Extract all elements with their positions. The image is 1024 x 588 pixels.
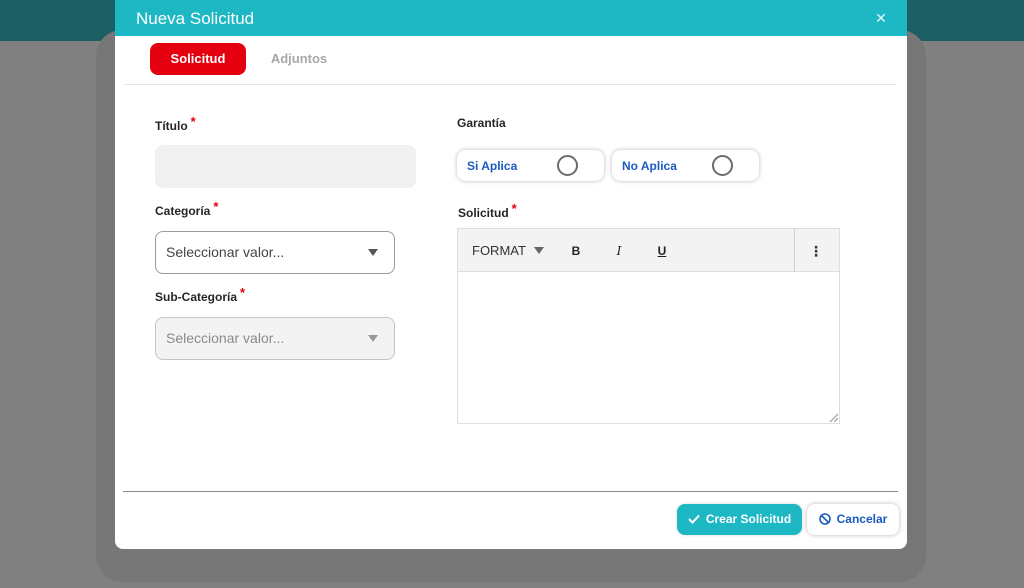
caret-down-icon [368,249,378,256]
toolbar-separator [794,229,795,272]
si-aplica-label: Si Aplica [467,159,518,173]
titulo-input[interactable] [155,145,416,188]
categoria-label-text: Categoría [155,204,211,218]
cancelar-label: Cancelar [836,512,888,526]
subcategoria-required-mark: * [240,285,246,300]
subcategoria-label-text: Sub-Categoría [155,290,238,304]
garantia-label: Garantía [457,116,506,130]
subcategoria-select-placeholder: Seleccionar valor... [166,330,285,346]
titulo-label-text: Título [155,119,188,133]
garantia-option-si-aplica[interactable]: Si Aplica [457,150,604,181]
solicitud-editor-body[interactable] [458,273,839,423]
modal-header: Nueva Solicitud ✕ [115,0,907,36]
categoria-required-mark: * [213,199,219,214]
subcategoria-select[interactable]: Seleccionar valor... [155,317,395,360]
ban-icon [818,513,831,525]
resize-handle-icon[interactable] [828,412,838,422]
tab-adjuntos[interactable]: Adjuntos [263,43,335,75]
no-aplica-radio[interactable] [712,155,733,176]
subcategoria-label: Sub-Categoría * [155,286,245,305]
check-icon [688,514,700,524]
crear-solicitud-label: Crear Solicitud [705,512,792,526]
format-dropdown[interactable]: FORMAT [472,243,526,258]
close-icon[interactable]: ✕ [871,8,891,28]
categoria-select[interactable]: Seleccionar valor... [155,231,395,274]
solicitud-required-mark: * [511,201,517,216]
garantia-option-no-aplica[interactable]: No Aplica [612,150,759,181]
italic-button[interactable]: I [608,241,630,261]
modal-title: Nueva Solicitud [136,9,255,28]
bold-button[interactable]: B [565,241,587,261]
crear-solicitud-button[interactable]: Crear Solicitud [677,504,802,535]
solicitud-rich-text-editor: FORMAT B I U ⋮ [457,228,840,424]
caret-down-icon[interactable] [534,247,544,254]
categoria-label: Categoría * [155,200,218,219]
solicitud-label: Solicitud * [458,202,517,221]
tabs-divider [124,84,896,85]
titulo-label: Título * [155,115,196,134]
solicitud-label-text: Solicitud [458,206,509,220]
cancelar-button[interactable]: Cancelar [807,504,899,535]
footer-divider [123,491,898,492]
underline-button[interactable]: U [651,241,673,261]
more-options-icon[interactable]: ⋮ [805,241,827,261]
new-request-modal: Nueva Solicitud ✕ Solicitud Adjuntos Tít… [115,0,907,549]
caret-down-icon [368,335,378,342]
categoria-select-placeholder: Seleccionar valor... [166,244,285,260]
titulo-required-mark: * [190,114,196,129]
si-aplica-radio[interactable] [557,155,578,176]
no-aplica-label: No Aplica [622,159,677,173]
tab-solicitud[interactable]: Solicitud [150,43,246,75]
editor-toolbar: FORMAT B I U ⋮ [458,229,839,272]
